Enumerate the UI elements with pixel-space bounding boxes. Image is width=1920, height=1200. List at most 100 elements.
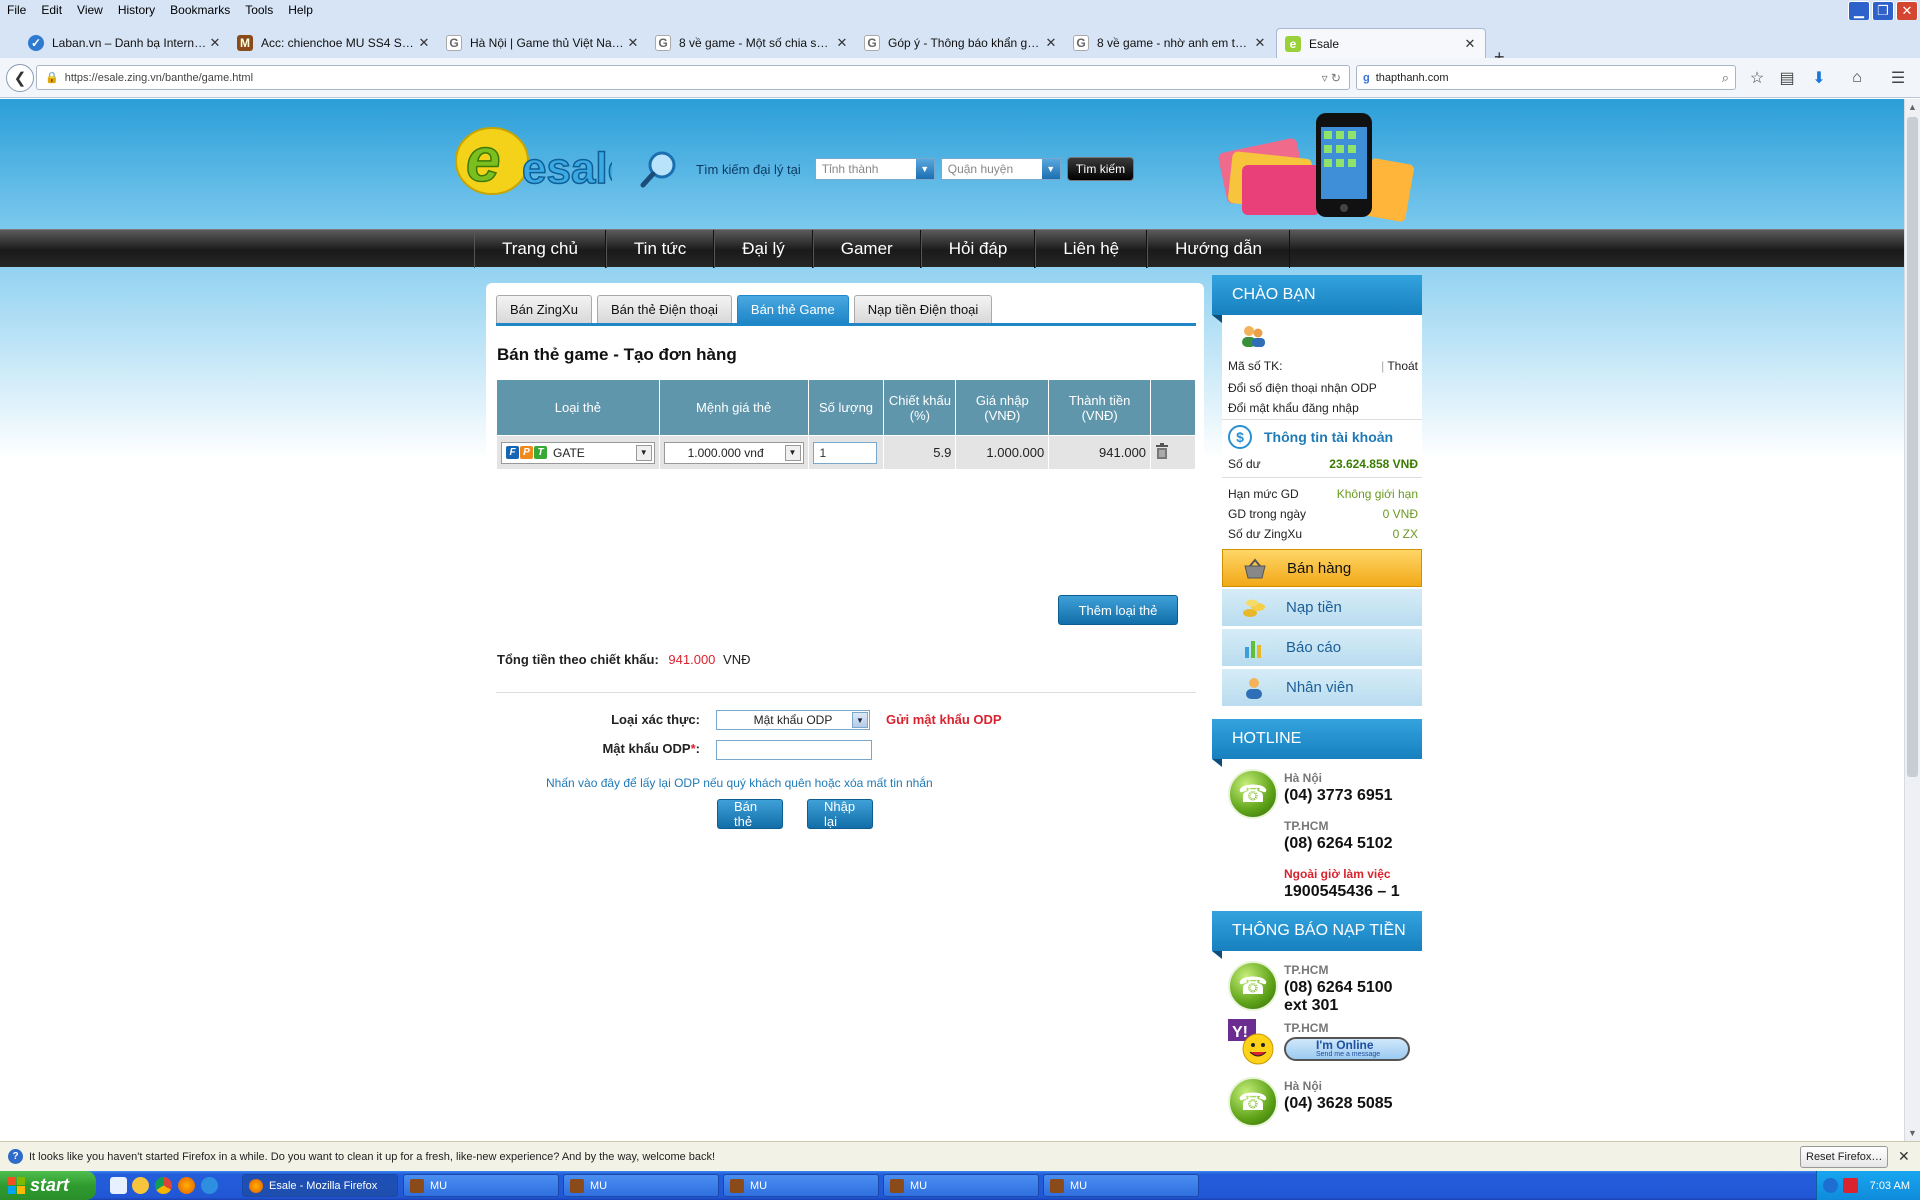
search-bar[interactable]: g thapthanh.com ⌕: [1356, 65, 1736, 90]
tray-expand-icon[interactable]: [1823, 1178, 1838, 1193]
page-scrollbar[interactable]: ▲ ▼: [1904, 99, 1920, 1141]
google-icon: g: [1363, 71, 1370, 84]
task-mu-2[interactable]: MU: [563, 1174, 719, 1197]
tab-ban-zingxu[interactable]: Bán ZingXu: [496, 295, 592, 323]
auth-type-select[interactable]: Mật khẩu ODP ▼: [716, 710, 870, 730]
browser-tab-gopy[interactable]: G Góp ý - Thông báo khẩn gửi đ... ✕: [856, 28, 1066, 58]
sell-card-button[interactable]: Bán thẻ: [717, 799, 783, 829]
odp-recovery-link[interactable]: Nhấn vào đây để lấy lại ODP nếu quý khác…: [546, 776, 933, 790]
nav-tin-tuc[interactable]: Tin tức: [605, 230, 715, 268]
district-select[interactable]: Quận huyện ▼: [940, 158, 1061, 180]
logo-text: esale: [522, 144, 612, 193]
task-mu-4[interactable]: MU: [883, 1174, 1039, 1197]
tab-close-icon[interactable]: ✕: [417, 35, 431, 51]
chevron-down-icon[interactable]: ▼: [635, 444, 652, 461]
download-icon[interactable]: ⬇: [1808, 68, 1830, 88]
menu-history[interactable]: History: [111, 3, 163, 17]
show-desktop-icon[interactable]: [110, 1177, 127, 1194]
bookmarks-list-icon[interactable]: ▤: [1776, 68, 1798, 88]
nav-lien-he[interactable]: Liên hệ: [1035, 230, 1148, 268]
tab-close-icon[interactable]: ✕: [1044, 35, 1058, 51]
tab-close-icon[interactable]: ✕: [1463, 36, 1477, 52]
browser-tab-hanoi[interactable]: G Hà Nội | Game thủ Việt Nam - ... ✕: [438, 28, 648, 58]
chrome-icon[interactable]: [155, 1177, 172, 1194]
menu-tools[interactable]: Tools: [238, 3, 281, 17]
close-icon[interactable]: ✕: [1898, 1148, 1910, 1165]
url-bar[interactable]: 🔒 https://esale.zing.vn/banthe/game.html…: [36, 65, 1350, 90]
send-odp-link[interactable]: Gửi mật khẩu ODP: [886, 712, 1002, 727]
tab-close-icon[interactable]: ✕: [208, 35, 222, 51]
nav-hoi-dap[interactable]: Hỏi đáp: [920, 230, 1036, 268]
basket-icon: [1244, 558, 1266, 579]
tab-close-icon[interactable]: ✕: [835, 35, 849, 51]
nav-trang-chu[interactable]: Trang chủ: [474, 230, 606, 268]
tab-ban-the-game[interactable]: Bán thẻ Game: [736, 295, 849, 323]
browser-tab-esale[interactable]: e Esale ✕: [1276, 28, 1486, 58]
denomination-select[interactable]: 1.000.000 vnđ ▼: [663, 441, 804, 464]
sidebar-item-nap-tien[interactable]: Nạp tiền: [1222, 589, 1422, 627]
add-card-type-button[interactable]: Thêm loại thẻ: [1058, 595, 1178, 625]
tab-close-icon[interactable]: ✕: [1253, 35, 1267, 51]
reset-form-button[interactable]: Nhập lại: [807, 799, 873, 829]
task-mu-5[interactable]: MU: [1043, 1174, 1199, 1197]
scroll-up-icon[interactable]: ▲: [1908, 102, 1917, 112]
back-arrow-icon[interactable]: ❮: [6, 64, 34, 92]
esale-logo[interactable]: e esale: [452, 113, 612, 197]
yahoo-online-sub: Send me a message: [1316, 1050, 1381, 1058]
nav-gamer[interactable]: Gamer: [812, 230, 921, 268]
restore-icon[interactable]: ❐: [1872, 1, 1894, 21]
tab-close-icon[interactable]: ✕: [626, 35, 640, 51]
firefox-icon[interactable]: [178, 1177, 195, 1194]
agent-search-button[interactable]: Tìm kiếm: [1066, 157, 1135, 181]
card-type-select[interactable]: FPT GATE ▼: [501, 441, 655, 464]
yahoo-online-button[interactable]: I'm Online Send me a message: [1284, 1037, 1410, 1061]
close-window-icon[interactable]: ✕: [1896, 1, 1918, 21]
messenger-icon[interactable]: [132, 1177, 149, 1194]
nav-dai-ly[interactable]: Đại lý: [714, 230, 813, 268]
account-info-link[interactable]: Thông tin tài khoản: [1264, 429, 1393, 445]
scrollbar-thumb[interactable]: [1907, 117, 1918, 777]
order-table: Loại thẻ Mệnh giá thẻ Số lượng Chiết khấ…: [496, 379, 1196, 470]
tab-ban-the-dien-thoai[interactable]: Bán thẻ Điện thoại: [596, 295, 732, 323]
browser-tab-8vegame-2[interactable]: G 8 về game - nhờ anh em tư v... ✕: [1065, 28, 1275, 58]
change-password-link[interactable]: Đổi mật khẩu đăng nhập: [1228, 401, 1418, 415]
task-mu-1[interactable]: MU: [403, 1174, 559, 1197]
menu-help[interactable]: Help: [281, 3, 321, 17]
home-icon[interactable]: ⌂: [1846, 68, 1868, 88]
chevron-down-icon[interactable]: ▼: [852, 712, 868, 728]
odp-password-input[interactable]: [716, 740, 872, 760]
browser-tab-laban[interactable]: ✓ Laban.vn – Danh bạ Internet ... ✕: [20, 28, 230, 58]
hamburger-menu-icon[interactable]: ☰: [1887, 68, 1909, 88]
tray-antivirus-icon[interactable]: [1843, 1178, 1858, 1193]
scroll-down-icon[interactable]: ▼: [1908, 1128, 1917, 1138]
chevron-down-icon[interactable]: ▼: [1041, 159, 1060, 179]
quantity-input[interactable]: 1: [812, 441, 877, 464]
task-firefox[interactable]: Esale - Mozilla Firefox: [242, 1174, 398, 1197]
chevron-down-icon[interactable]: ▼: [784, 444, 801, 461]
menu-file[interactable]: File: [0, 3, 34, 17]
logout-link[interactable]: | Thoát: [1381, 359, 1418, 373]
menu-view[interactable]: View: [70, 3, 111, 17]
chevron-down-icon[interactable]: ▼: [915, 159, 934, 179]
nav-huong-dan[interactable]: Hướng dẫn: [1147, 230, 1290, 268]
trash-icon[interactable]: [1155, 443, 1169, 459]
reload-icon[interactable]: ▿ ↻: [1322, 71, 1341, 85]
sidebar-item-ban-hang[interactable]: Bán hàng: [1222, 549, 1422, 587]
menu-edit[interactable]: Edit: [34, 3, 70, 17]
reset-firefox-button[interactable]: Reset Firefox…: [1800, 1146, 1889, 1168]
tab-nap-tien-dien-thoai[interactable]: Nạp tiền Điện thoại: [853, 295, 993, 323]
sidebar-item-nhan-vien[interactable]: Nhân viên: [1222, 669, 1422, 707]
clock[interactable]: 7:03 AM: [1870, 1180, 1910, 1192]
start-button[interactable]: start: [0, 1171, 96, 1200]
sidebar-item-bao-cao[interactable]: Báo cáo: [1222, 629, 1422, 667]
province-select[interactable]: Tỉnh thành ▼: [814, 158, 935, 180]
browser-tab-8vegame-1[interactable]: G 8 về game - Một số chia sẻ về... ✕: [647, 28, 857, 58]
bookmark-star-icon[interactable]: ☆: [1746, 68, 1768, 88]
browser-tab-acc[interactable]: M Acc: chienchoe MU SS4 SS6 5... ✕: [229, 28, 439, 58]
internet-explorer-icon[interactable]: [201, 1177, 218, 1194]
menu-bookmarks[interactable]: Bookmarks: [163, 3, 238, 17]
minimize-icon[interactable]: ▁: [1848, 1, 1870, 21]
task-mu-3[interactable]: MU: [723, 1174, 879, 1197]
change-phone-link[interactable]: Đổi số điện thoại nhận ODP: [1228, 381, 1418, 395]
search-icon[interactable]: ⌕: [1722, 70, 1729, 86]
